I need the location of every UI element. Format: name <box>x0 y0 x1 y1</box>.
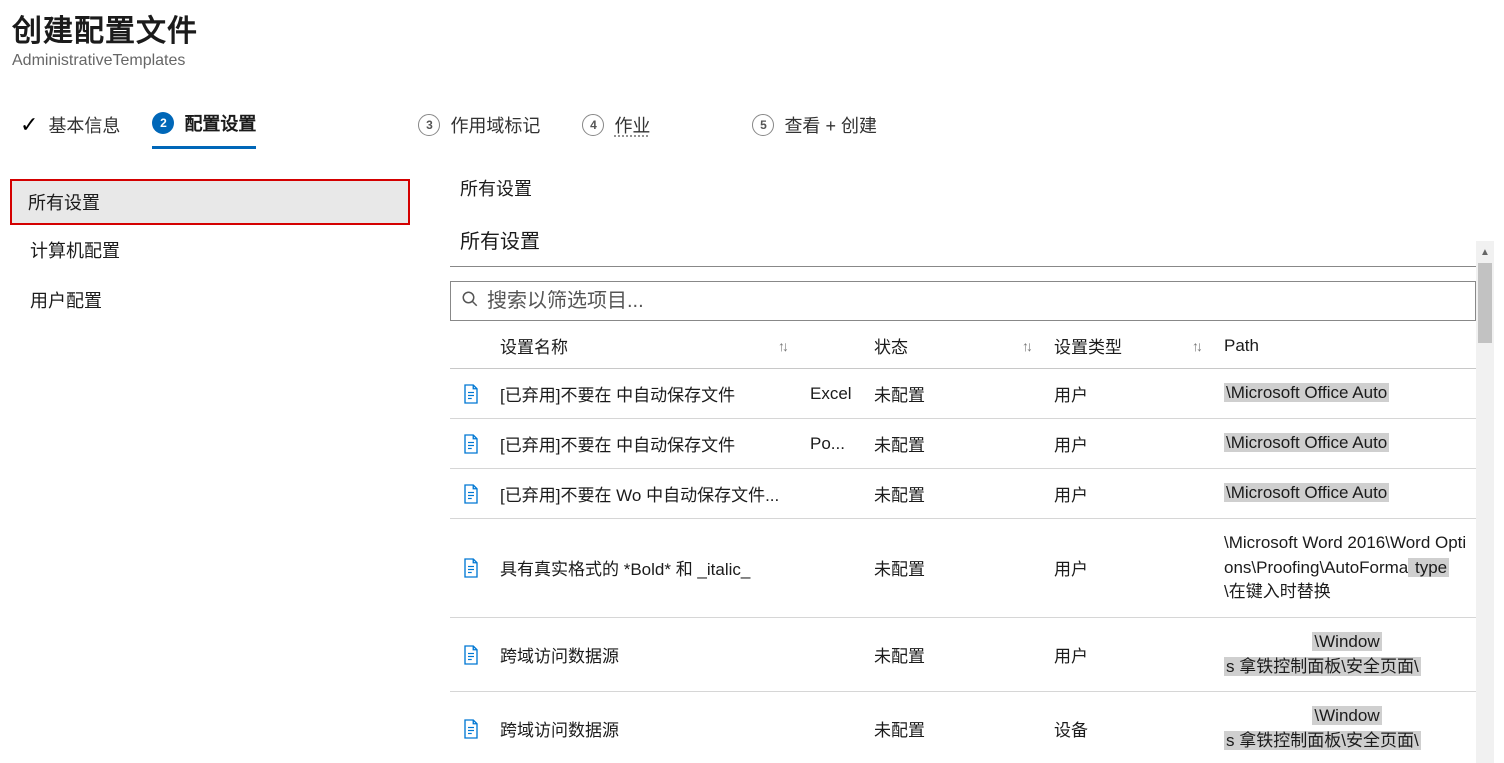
setting-path: \Windows 拿铁控制面板\安全页面\ <box>1218 617 1476 691</box>
document-icon <box>450 692 494 763</box>
tree-item-all-settings[interactable]: 所有设置 <box>10 179 410 225</box>
settings-tree: 所有设置 计算机配置 用户配置 <box>10 173 410 763</box>
col-path[interactable]: Path <box>1218 323 1476 369</box>
scroll-track[interactable] <box>1476 263 1494 763</box>
sort-icon: ↑↓ <box>778 338 786 354</box>
setting-name: 具有真实格式的 *Bold* 和 _italic_ <box>494 519 804 618</box>
setting-type: 用户 <box>1048 369 1218 419</box>
tree-item-computer-config[interactable]: 计算机配置 <box>10 225 410 275</box>
col-label: 设置名称 <box>500 338 568 357</box>
scroll-thumb[interactable] <box>1478 263 1492 343</box>
step-number-badge: 5 <box>752 114 774 136</box>
setting-state: 未配置 <box>868 369 1048 419</box>
step-label: 作业 <box>614 112 650 138</box>
step-basic-info[interactable]: ✓ 基本信息 <box>20 112 120 148</box>
setting-type: 用户 <box>1048 469 1218 519</box>
search-icon <box>461 290 479 313</box>
setting-name-overflow <box>804 617 868 691</box>
section-heading: 所有设置 <box>450 205 1494 262</box>
setting-name-overflow <box>804 469 868 519</box>
col-setting-name[interactable]: 设置名称 ↑↓ <box>494 323 804 369</box>
step-label: 基本信息 <box>48 112 120 138</box>
search-input[interactable] <box>487 290 1465 313</box>
check-icon: ✓ <box>20 114 38 136</box>
setting-state: 未配置 <box>868 419 1048 469</box>
document-icon <box>450 519 494 618</box>
vertical-scrollbar[interactable]: ▲ <box>1476 241 1494 763</box>
setting-state: 未配置 <box>868 469 1048 519</box>
tree-item-user-config[interactable]: 用户配置 <box>10 275 410 325</box>
sort-icon: ↑↓ <box>1022 338 1030 354</box>
setting-path: \Microsoft Office Auto <box>1218 469 1476 519</box>
setting-type: 设备 <box>1048 692 1218 763</box>
document-icon <box>450 469 494 519</box>
step-assignments[interactable]: 4 作业 <box>582 112 650 148</box>
step-label: 配置设置 <box>184 110 256 136</box>
col-label: 状态 <box>874 338 908 357</box>
page-subtitle: AdministrativeTemplates <box>10 52 1494 70</box>
settings-table: 设置名称 ↑↓ 状态 ↑↓ 设置类型 ↑↓ <box>450 323 1476 763</box>
document-icon <box>450 369 494 419</box>
setting-name: 跨域访问数据源 <box>494 692 804 763</box>
col-label: 设置类型 <box>1054 338 1122 357</box>
step-configuration[interactable]: 2 配置设置 <box>152 110 256 149</box>
step-number-badge: 4 <box>582 114 604 136</box>
setting-path: \Microsoft Office Auto <box>1218 419 1476 469</box>
col-state[interactable]: 状态 ↑↓ <box>868 323 1048 369</box>
setting-state: 未配置 <box>868 617 1048 691</box>
step-label: 作用域标记 <box>450 112 540 138</box>
step-number-badge: 2 <box>152 112 174 134</box>
setting-name-overflow: Po... <box>804 419 868 469</box>
table-row[interactable]: [已弃用]不要在 中自动保存文件Excel未配置用户\Microsoft Off… <box>450 369 1476 419</box>
setting-name-overflow <box>804 692 868 763</box>
table-row[interactable]: [已弃用]不要在 Wo 中自动保存文件... 未配置用户\Microsoft Of… <box>450 469 1476 519</box>
setting-state: 未配置 <box>868 519 1048 618</box>
table-row[interactable]: 具有真实格式的 *Bold* 和 _italic_ 未配置用户\Microsoft… <box>450 519 1476 618</box>
breadcrumb: 所有设置 <box>450 173 1494 205</box>
setting-name: [已弃用]不要在 中自动保存文件 <box>494 369 804 419</box>
step-scope-tags[interactable]: 3 作用域标记 <box>418 112 540 148</box>
setting-type: 用户 <box>1048 519 1218 618</box>
setting-name-overflow <box>804 519 868 618</box>
setting-path: \Microsoft Office Auto <box>1218 369 1476 419</box>
document-icon <box>450 617 494 691</box>
page-title: 创建配置文件 <box>10 6 1494 50</box>
table-row[interactable]: 跨域访问数据源未配置用户\Windows 拿铁控制面板\安全页面\ <box>450 617 1476 691</box>
setting-path: \Microsoft Word 2016\Word Options\Proofi… <box>1218 519 1476 618</box>
document-icon <box>450 419 494 469</box>
table-row[interactable]: [已弃用]不要在 中自动保存文件Po...未配置用户\Microsoft Off… <box>450 419 1476 469</box>
table-row[interactable]: 跨域访问数据源未配置设备\Windows 拿铁控制面板\安全页面\ <box>450 692 1476 763</box>
sort-icon: ↑↓ <box>1192 338 1200 354</box>
setting-name-overflow: Excel <box>804 369 868 419</box>
setting-type: 用户 <box>1048 617 1218 691</box>
setting-state: 未配置 <box>868 692 1048 763</box>
search-box[interactable] <box>450 281 1476 321</box>
step-number-badge: 3 <box>418 114 440 136</box>
col-type[interactable]: 设置类型 ↑↓ <box>1048 323 1218 369</box>
step-label: 查看 + 创建 <box>784 112 877 138</box>
setting-type: 用户 <box>1048 419 1218 469</box>
scroll-up-icon[interactable]: ▲ <box>1476 241 1494 263</box>
setting-path: \Windows 拿铁控制面板\安全页面\ <box>1218 692 1476 763</box>
col-label: Path <box>1224 336 1259 355</box>
step-review-create[interactable]: 5 查看 + 创建 <box>752 112 877 148</box>
setting-name: 跨域访问数据源 <box>494 617 804 691</box>
wizard-steps: ✓ 基本信息 2 配置设置 3 作用域标记 4 作业 5 查看 + 创建 <box>10 110 1494 149</box>
setting-name: [已弃用]不要在 中自动保存文件 <box>494 419 804 469</box>
setting-name: [已弃用]不要在 Wo 中自动保存文件... <box>494 469 804 519</box>
